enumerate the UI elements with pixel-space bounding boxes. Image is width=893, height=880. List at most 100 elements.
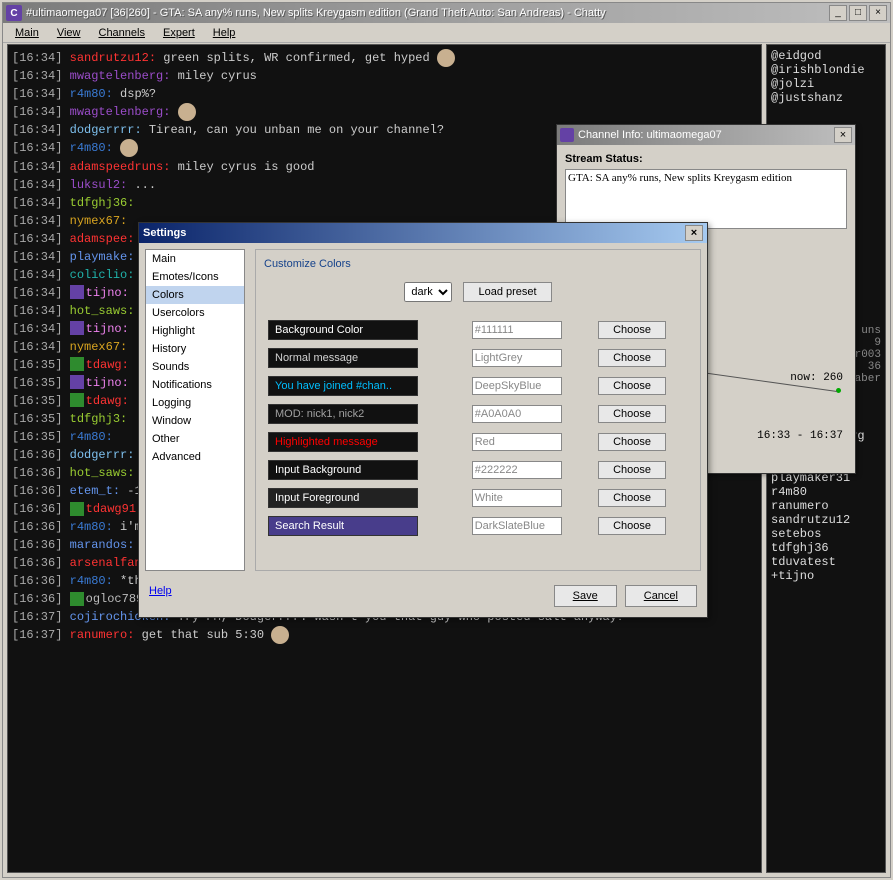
user-list-item[interactable]: @eidgod: [771, 49, 881, 63]
settings-titlebar[interactable]: Settings ×: [139, 223, 707, 243]
chat-username[interactable]: r4m80: [70, 87, 106, 101]
settings-category-window[interactable]: Window: [146, 412, 244, 430]
stream-status-input[interactable]: GTA: SA any% runs, New splits Kreygasm e…: [565, 169, 847, 229]
close-button[interactable]: ×: [869, 5, 887, 21]
settings-category-usercolors[interactable]: Usercolors: [146, 304, 244, 322]
chat-username[interactable]: luksul2: [70, 178, 120, 192]
chat-username[interactable]: hot_saws: [70, 304, 128, 318]
color-value-input[interactable]: [472, 517, 562, 535]
color-value-input[interactable]: [472, 405, 562, 423]
settings-category-colors[interactable]: Colors: [146, 286, 244, 304]
chat-username[interactable]: tdfghj36: [70, 196, 128, 210]
chat-username[interactable]: etem_t: [70, 484, 113, 498]
chat-username[interactable]: adamspee: [70, 232, 128, 246]
chat-username[interactable]: r4m80: [70, 574, 106, 588]
maximize-button[interactable]: □: [849, 5, 867, 21]
color-value-input[interactable]: [472, 489, 562, 507]
close-button[interactable]: ×: [685, 225, 703, 241]
chat-username[interactable]: r4m80: [70, 520, 106, 534]
channel-info-titlebar[interactable]: Channel Info: ultimaomega07 ×: [557, 125, 855, 145]
menu-channels[interactable]: Channels: [91, 25, 153, 41]
choose-color-button[interactable]: Choose: [598, 377, 666, 395]
chat-username[interactable]: tdawg: [86, 394, 122, 408]
settings-category-sounds[interactable]: Sounds: [146, 358, 244, 376]
chat-username[interactable]: tdawg: [86, 358, 122, 372]
menu-help[interactable]: Help: [205, 25, 244, 41]
user-list-item[interactable]: r4m80: [771, 485, 881, 499]
chat-username[interactable]: r4m80: [70, 142, 106, 156]
settings-category-advanced[interactable]: Advanced: [146, 448, 244, 466]
chat-username[interactable]: sandrutzu12: [70, 51, 149, 65]
stream-status-label: Stream Status:: [565, 153, 847, 165]
menu-view[interactable]: View: [49, 25, 89, 41]
chat-username[interactable]: dodgerrr: [70, 448, 128, 462]
chat-username[interactable]: r4m80: [70, 430, 106, 444]
chat-username[interactable]: nymex67: [70, 340, 120, 354]
help-link[interactable]: Help: [149, 585, 172, 607]
settings-category-other[interactable]: Other: [146, 430, 244, 448]
emote-icon: [437, 49, 455, 67]
user-list-item[interactable]: @justshanz: [771, 91, 881, 105]
main-titlebar[interactable]: C #ultimaomega07 [36|260] - GTA: SA any%…: [3, 3, 890, 23]
user-list-item[interactable]: sandrutzu12: [771, 513, 881, 527]
color-value-input[interactable]: [472, 321, 562, 339]
chat-username[interactable]: coliclio: [70, 268, 128, 282]
chat-username[interactable]: tdfghj3: [70, 412, 120, 426]
user-list-item[interactable]: tduvatest: [771, 555, 881, 569]
settings-categories: MainEmotes/IconsColorsUsercolorsHighligh…: [145, 249, 245, 571]
user-list-item[interactable]: setebos: [771, 527, 881, 541]
color-value-input[interactable]: [472, 349, 562, 367]
user-list-item[interactable]: @irishblondie: [771, 63, 881, 77]
chat-username[interactable]: marandos: [70, 538, 128, 552]
choose-color-button[interactable]: Choose: [598, 489, 666, 507]
choose-color-button[interactable]: Choose: [598, 517, 666, 535]
color-value-input[interactable]: [472, 377, 562, 395]
chat-username[interactable]: mwagtelenberg: [70, 69, 164, 83]
save-button[interactable]: Save: [554, 585, 617, 607]
viewer-count-now: now: 260: [790, 372, 843, 384]
chat-username[interactable]: tijno: [86, 322, 122, 336]
settings-category-notifications[interactable]: Notifications: [146, 376, 244, 394]
choose-color-button[interactable]: Choose: [598, 349, 666, 367]
chat-username[interactable]: ranumero: [70, 628, 128, 642]
chat-username[interactable]: playmake: [70, 250, 128, 264]
cancel-button[interactable]: Cancel: [625, 585, 697, 607]
turbo-badge-icon: [70, 285, 84, 299]
chat-username[interactable]: tdawg91: [86, 502, 136, 516]
settings-category-logging[interactable]: Logging: [146, 394, 244, 412]
user-list-item[interactable]: ranumero: [771, 499, 881, 513]
chat-username[interactable]: dodgerrrr: [70, 123, 135, 137]
load-preset-button[interactable]: Load preset: [463, 282, 551, 302]
chat-line: [16:34] sandrutzu12: green splits, WR co…: [12, 49, 757, 67]
choose-color-button[interactable]: Choose: [598, 461, 666, 479]
settings-category-emotesicons[interactable]: Emotes/Icons: [146, 268, 244, 286]
choose-color-button[interactable]: Choose: [598, 433, 666, 451]
settings-category-main[interactable]: Main: [146, 250, 244, 268]
app-icon: [560, 128, 574, 142]
settings-category-history[interactable]: History: [146, 340, 244, 358]
section-header: Customize Colors: [264, 258, 692, 270]
choose-color-button[interactable]: Choose: [598, 321, 666, 339]
user-list-item[interactable]: +tijno: [771, 569, 881, 583]
chat-line: [16:37] ranumero: get that sub 5:30: [12, 626, 757, 644]
color-sample: Input Foreground: [268, 488, 418, 508]
channel-info-title: Channel Info: ultimaomega07: [578, 129, 834, 141]
chat-username[interactable]: ogloc789: [86, 592, 144, 606]
choose-color-button[interactable]: Choose: [598, 405, 666, 423]
chat-username[interactable]: tijno: [86, 376, 122, 390]
chat-username[interactable]: hot_saws: [70, 466, 128, 480]
color-value-input[interactable]: [472, 433, 562, 451]
user-list-item[interactable]: tdfghj36: [771, 541, 881, 555]
minimize-button[interactable]: _: [829, 5, 847, 21]
color-value-input[interactable]: [472, 461, 562, 479]
preset-select[interactable]: dark: [404, 282, 452, 302]
menu-expert[interactable]: Expert: [155, 25, 203, 41]
chat-username[interactable]: mwagtelenberg: [70, 105, 164, 119]
chat-username[interactable]: tijno: [86, 286, 122, 300]
menu-main[interactable]: Main: [7, 25, 47, 41]
chat-username[interactable]: adamspeedruns: [70, 160, 164, 174]
user-list-item[interactable]: @jolzi: [771, 77, 881, 91]
settings-category-highlight[interactable]: Highlight: [146, 322, 244, 340]
close-button[interactable]: ×: [834, 127, 852, 143]
chat-username[interactable]: nymex67: [70, 214, 120, 228]
